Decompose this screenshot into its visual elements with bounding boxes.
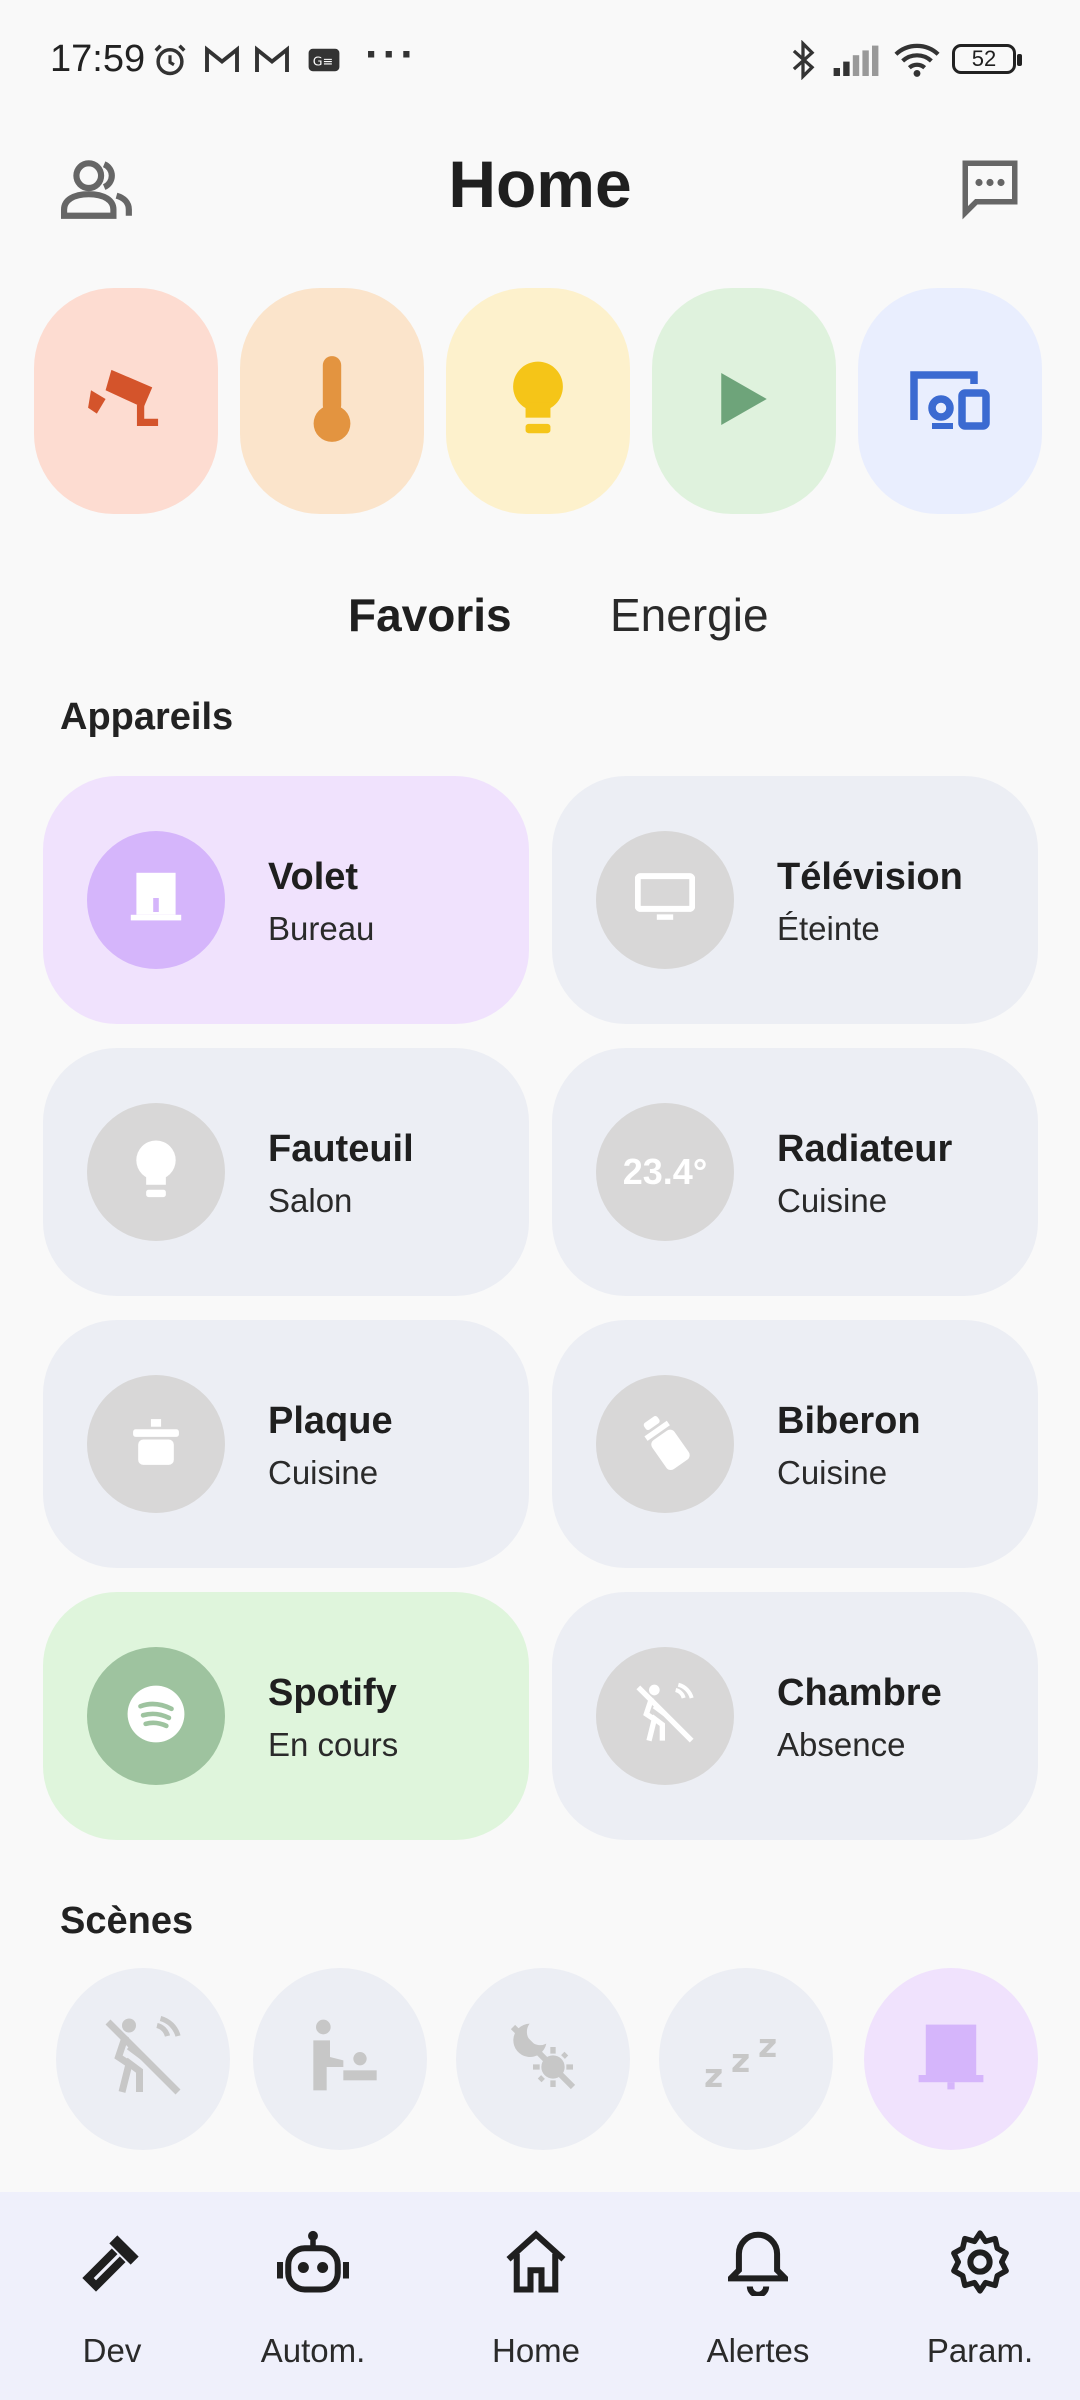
battery-indicator: 52 [952, 44, 1022, 74]
devices-icon [908, 368, 992, 435]
scene-baby[interactable] [253, 1968, 427, 2150]
lightbulb-icon [510, 358, 566, 445]
robot-icon [205, 2222, 421, 2302]
messages-button[interactable] [940, 140, 1040, 240]
device-name: Spotify [268, 1672, 397, 1714]
device-icon-circle[interactable] [87, 1103, 225, 1241]
device-status: Éteinte [777, 910, 880, 947]
section-title-devices: Appareils [60, 696, 234, 738]
spotify-icon [125, 1683, 187, 1750]
device-icon-circle[interactable] [596, 1647, 734, 1785]
device-icon-circle[interactable]: 23.4° [596, 1103, 734, 1241]
device-card-fauteuil[interactable]: Fauteuil Salon [43, 1048, 529, 1296]
category-climate[interactable] [240, 288, 424, 514]
scene-absence[interactable] [56, 1968, 230, 2150]
device-icon-circle[interactable] [596, 1375, 734, 1513]
shutter-icon [915, 2021, 987, 2098]
bluetooth-icon [786, 38, 820, 82]
device-icon-circle[interactable] [87, 1375, 225, 1513]
nav-label: Dev [82, 2332, 142, 2369]
bottom-navigation: Dev Autom. Home Alertes Param. [0, 2192, 1080, 2400]
nav-alertes[interactable]: Alertes [650, 2192, 866, 2400]
play-icon [718, 369, 770, 434]
signal-icon [830, 38, 882, 82]
svg-text:G≡: G≡ [313, 54, 333, 69]
scene-sleep[interactable]: zzz [659, 1968, 833, 2150]
scene-day-night[interactable] [456, 1968, 630, 2150]
nav-home[interactable]: Home [428, 2192, 644, 2400]
device-name: Chambre [777, 1672, 942, 1714]
gmail-icon [202, 38, 242, 82]
nav-label: Autom. [260, 2332, 366, 2369]
gmail-icon [252, 38, 292, 82]
home-icon [428, 2222, 644, 2302]
security-camera-icon [81, 364, 171, 439]
motion-sensor-off-icon [101, 2015, 185, 2104]
device-status: Absence [777, 1726, 906, 1763]
svg-text:z: z [731, 2041, 750, 2080]
device-icon-circle[interactable] [596, 831, 734, 969]
device-status: Cuisine [777, 1454, 888, 1491]
nav-label: Home [491, 2332, 581, 2369]
nav-label: Param. [926, 2332, 1034, 2369]
category-devices[interactable] [858, 288, 1042, 514]
chat-icon [956, 155, 1024, 226]
device-card-plaque[interactable]: Plaque Cuisine [43, 1320, 529, 1568]
tab-favoris[interactable]: Favoris [348, 588, 512, 642]
device-status: Salon [268, 1182, 353, 1219]
more-notifications-icon: ··· [365, 30, 418, 79]
device-name: Télévision [777, 856, 963, 898]
category-lights[interactable] [446, 288, 630, 514]
shutter-icon [128, 870, 184, 931]
device-status: En cours [268, 1726, 399, 1763]
thermometer-icon [310, 353, 354, 450]
bell-icon [650, 2222, 866, 2302]
alarm-icon [150, 38, 190, 82]
device-icon-circle[interactable] [87, 1647, 225, 1785]
status-time: 17:59 [50, 38, 146, 80]
device-name: Plaque [268, 1400, 393, 1442]
device-name: Radiateur [777, 1128, 953, 1170]
wifi-icon [892, 38, 942, 82]
svg-text:z: z [704, 2056, 723, 2092]
hammer-icon [4, 2222, 220, 2302]
device-card-chambre[interactable]: Chambre Absence [552, 1592, 1038, 1840]
svg-text:z: z [758, 2026, 777, 2065]
tab-energie[interactable]: Energie [610, 588, 769, 642]
cooking-pot-icon [128, 1414, 184, 1475]
device-status: Bureau [268, 910, 375, 947]
device-name: Biberon [777, 1400, 921, 1442]
device-status: Cuisine [268, 1454, 379, 1491]
tv-icon [634, 872, 696, 929]
device-card-spotify[interactable]: Spotify En cours [43, 1592, 529, 1840]
nav-autom[interactable]: Autom. [205, 2192, 421, 2400]
page-title: Home [448, 147, 632, 221]
news-icon: G≡ [304, 38, 344, 82]
motion-sensor-off-icon [633, 1682, 697, 1751]
device-card-television[interactable]: Télévision Éteinte [552, 776, 1038, 1024]
sleep-zzz-icon: zzz [704, 2022, 788, 2097]
baby-changing-icon [300, 2017, 380, 2102]
baby-bottle-icon [635, 1412, 695, 1477]
sun-moon-off-icon [503, 2017, 583, 2102]
device-name: Volet [268, 856, 359, 898]
scene-shutter[interactable] [864, 1968, 1038, 2150]
device-icon-circle[interactable] [87, 831, 225, 969]
section-title-scenes: Scènes [60, 1900, 194, 1942]
device-name: Fauteuil [268, 1128, 414, 1170]
nav-label: Alertes [706, 2332, 810, 2369]
nav-dev[interactable]: Dev [4, 2192, 220, 2400]
gear-icon [872, 2222, 1080, 2302]
device-card-radiateur[interactable]: 23.4° Radiateur Cuisine [552, 1048, 1038, 1296]
device-status: Cuisine [777, 1182, 888, 1219]
category-security[interactable] [34, 288, 218, 514]
device-card-biberon[interactable]: Biberon Cuisine [552, 1320, 1038, 1568]
lightbulb-icon [133, 1138, 179, 1207]
temperature-value: 23.4° [622, 1151, 708, 1192]
category-media[interactable] [652, 288, 836, 514]
device-card-volet[interactable]: Volet Bureau [43, 776, 529, 1024]
nav-param[interactable]: Param. [872, 2192, 1080, 2400]
